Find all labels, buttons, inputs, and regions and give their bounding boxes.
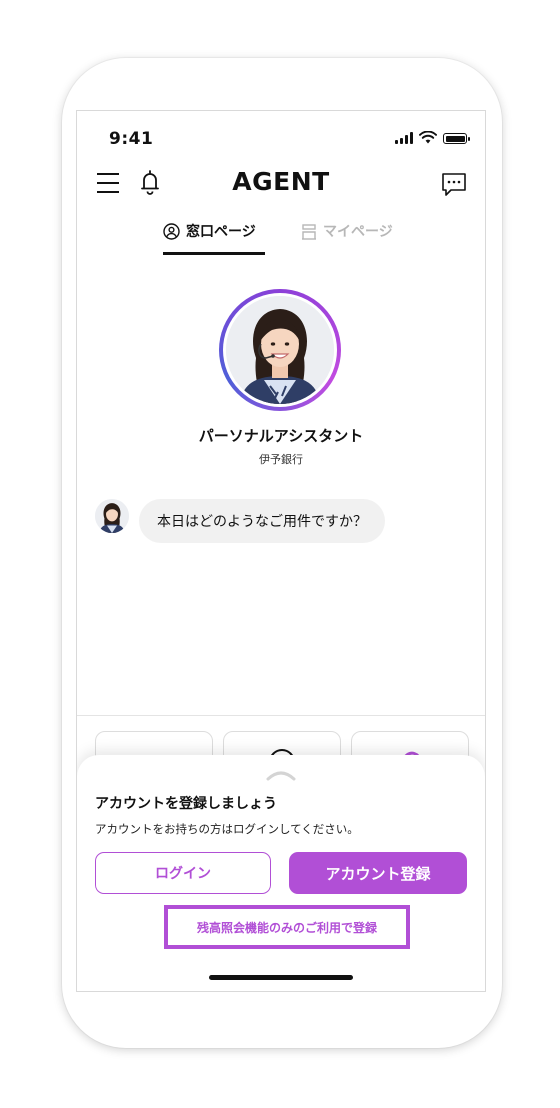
tab-bar: 窓口ページ マイページ [77, 221, 485, 255]
active-tab-indicator [163, 252, 265, 255]
balance-inquiry-register-link[interactable]: 残高照会機能のみのご利用で登録 [164, 905, 410, 949]
app-logo: AGENT [232, 167, 330, 196]
app-screen: 9:41 AGENT 窓口ページ マイページ パーソナルアシスタント 伊予銀行 … [76, 110, 486, 992]
assistant-organization: 伊予銀行 [259, 453, 303, 466]
tab-my-page[interactable]: マイページ [301, 221, 393, 241]
person-circle-icon [163, 222, 180, 240]
tab-window-page[interactable]: 窓口ページ [163, 221, 256, 241]
status-icons [395, 131, 470, 144]
assistant-photo-small [95, 499, 129, 533]
wifi-icon [419, 131, 437, 144]
battery-icon [443, 133, 470, 144]
registration-bottom-sheet: アカウントを登録しましょう アカウントをお持ちの方はログインしてください。 ログ… [77, 755, 485, 991]
message-avatar [95, 499, 129, 533]
sheet-title: アカウントを登録しましょう [95, 796, 277, 812]
assistant-photo [226, 296, 334, 404]
chat-bubble-icon[interactable] [441, 171, 467, 197]
chevron-up-icon[interactable] [265, 767, 297, 781]
chat-message-bubble: 本日はどのようなご用件ですか？ [139, 499, 385, 543]
register-account-button[interactable]: アカウント登録 [289, 852, 467, 894]
tab-label: マイページ [323, 224, 393, 240]
assistant-name: パーソナルアシスタント [198, 427, 364, 445]
home-indicator[interactable] [209, 975, 353, 980]
login-button[interactable]: ログイン [95, 852, 271, 894]
tab-label: 窓口ページ [186, 224, 256, 240]
assistant-avatar [219, 289, 341, 411]
building-icon [302, 223, 316, 240]
cellular-signal-icon [395, 132, 413, 144]
status-time: 9:41 [109, 129, 154, 149]
sheet-subtitle: アカウントをお持ちの方はログインしてください。 [95, 822, 359, 836]
divider [77, 715, 485, 716]
